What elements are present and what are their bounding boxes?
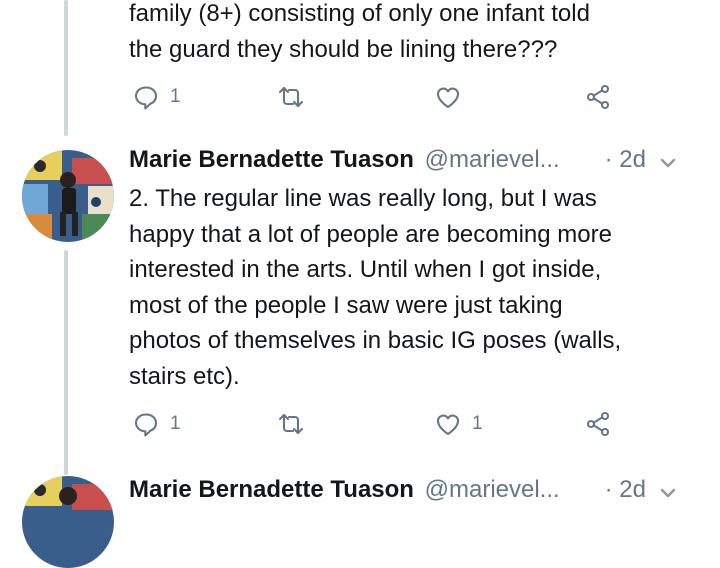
tweet-2-text: 2. The regular line was really long, but…: [129, 181, 700, 394]
share-icon: [586, 411, 610, 437]
retweet-icon: [278, 86, 304, 108]
tweet-2-header: Marie Bernadette Tuason @marievel... · 2…: [129, 146, 700, 178]
retweet-icon: [278, 413, 304, 435]
retweet-button[interactable]: [277, 80, 315, 114]
reply-count: 1: [170, 413, 181, 434]
reply-icon: [134, 86, 158, 110]
tweet-2-actions: 1 1: [129, 407, 629, 441]
chevron-down-icon: [660, 158, 676, 168]
tweet-1-text: family (8+) consisting of only one infan…: [129, 0, 700, 67]
tweet-3-header: Marie Bernadette Tuason @marievel... · 2…: [129, 476, 700, 508]
author-name[interactable]: Marie Bernadette Tuason: [129, 146, 414, 173]
like-button[interactable]: [434, 80, 472, 114]
share-button[interactable]: [584, 407, 612, 441]
tweet-2-line: most of the people I saw were just takin…: [129, 291, 563, 319]
tweet-menu-button[interactable]: [658, 152, 678, 172]
reply-icon: [134, 413, 158, 437]
share-icon: [586, 84, 610, 110]
avatar-image: [22, 150, 114, 242]
author-handle[interactable]: @marievel...: [425, 146, 560, 173]
avatar[interactable]: [22, 476, 114, 568]
tweet-1-line: the guard they should be lining there???: [129, 35, 558, 63]
share-button[interactable]: [584, 80, 612, 114]
tweet-2-line: interested in the arts. Until when I got…: [129, 256, 602, 283]
thread-connector-middle: [64, 250, 68, 475]
tweet-menu-button[interactable]: [658, 482, 678, 502]
thread-connector-top: [64, 0, 68, 136]
tweet-1-actions: 1: [129, 80, 629, 114]
tweet-2-line: photos of themselves in basic IG poses (…: [129, 327, 622, 354]
avatar[interactable]: [22, 150, 114, 242]
heart-icon: [436, 414, 460, 436]
tweet-time[interactable]: · 2d: [605, 476, 646, 504]
tweet-2-line: stairs etc).: [129, 362, 240, 390]
heart-icon: [436, 87, 460, 109]
like-button[interactable]: 1: [434, 407, 483, 441]
reply-button[interactable]: 1: [132, 80, 181, 114]
tweet-1-line: family (8+) consisting of only one infan…: [129, 0, 590, 27]
tweet-2-line: happy that a lot of people are becoming …: [129, 220, 612, 248]
reply-count: 1: [170, 86, 181, 107]
like-count: 1: [472, 413, 483, 434]
retweet-button[interactable]: [277, 407, 315, 441]
tweet-2-line: 2. The regular line was really long, but…: [129, 185, 597, 212]
avatar-image: [22, 476, 114, 568]
author-handle[interactable]: @marievel...: [425, 476, 560, 503]
tweet-time[interactable]: · 2d: [605, 146, 646, 174]
chevron-down-icon: [660, 488, 676, 498]
author-name[interactable]: Marie Bernadette Tuason: [129, 476, 414, 503]
reply-button[interactable]: 1: [132, 407, 181, 441]
